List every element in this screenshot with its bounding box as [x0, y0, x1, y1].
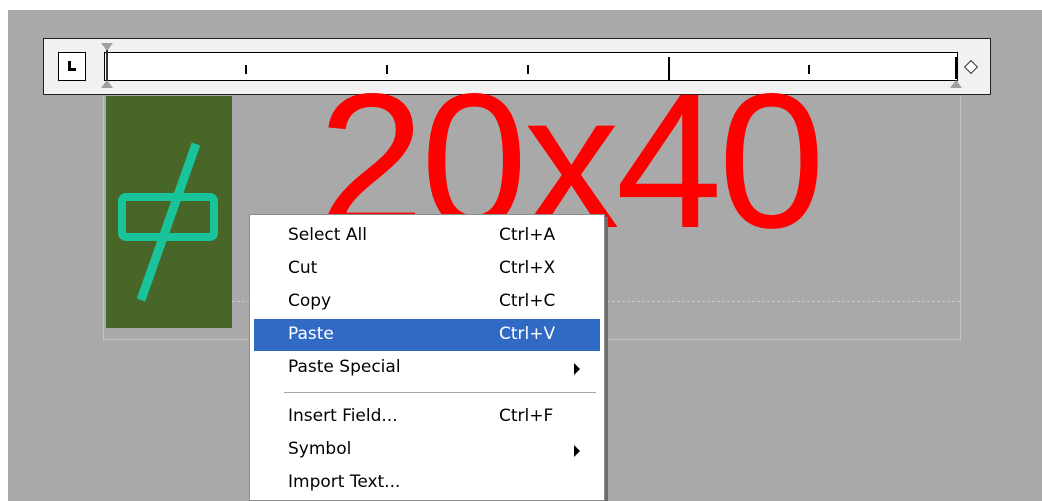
menu-item-label: Paste Special [288, 357, 401, 377]
submenu-arrow-icon [574, 445, 580, 457]
ruler-tick [245, 65, 247, 74]
menu-item-cut[interactable]: Cut Ctrl+X [254, 253, 600, 285]
menu-item-label: Select All [288, 225, 367, 245]
menu-item-shortcut: Ctrl+V [499, 324, 556, 344]
menu-separator [284, 392, 596, 393]
menu-item-label: Symbol [288, 439, 352, 459]
symbol-panel [106, 96, 232, 328]
menu-item-copy[interactable]: Copy Ctrl+C [254, 286, 600, 318]
menu-item-symbol[interactable]: Symbol [254, 434, 600, 466]
ruler-right-margin [955, 57, 957, 79]
tab-selector-button[interactable] [58, 52, 86, 81]
menu-item-shortcut: Ctrl+A [499, 225, 556, 245]
menu-item-label: Cut [288, 258, 318, 278]
menu-item-paste-special[interactable]: Paste Special [254, 352, 600, 384]
menu-item-paste[interactable]: Paste Ctrl+V [254, 319, 600, 351]
menu-item-shortcut: Ctrl+X [499, 258, 556, 278]
menu-item-insert-field[interactable]: Insert Field... Ctrl+F [254, 401, 600, 433]
left-indent-marker[interactable] [101, 80, 113, 88]
diameter-symbol-icon [118, 142, 218, 302]
menu-item-import-text[interactable]: Import Text... [254, 467, 600, 499]
left-margin-line [106, 50, 108, 80]
menu-item-label: Insert Field... [288, 406, 398, 426]
menu-item-select-all[interactable]: Select All Ctrl+A [254, 220, 600, 252]
left-tab-stop-icon [68, 61, 76, 71]
menu-item-shortcut: Ctrl+F [499, 406, 554, 426]
menu-item-label: Paste [288, 324, 334, 344]
menu-item-shortcut: Ctrl+C [499, 291, 556, 311]
menu-item-label: Import Text... [288, 472, 401, 492]
menu-item-label: Copy [288, 291, 332, 311]
submenu-arrow-icon [574, 363, 580, 375]
right-indent-marker[interactable] [950, 80, 962, 88]
context-menu: Select All Ctrl+A Cut Ctrl+X Copy Ctrl+C… [249, 214, 605, 501]
